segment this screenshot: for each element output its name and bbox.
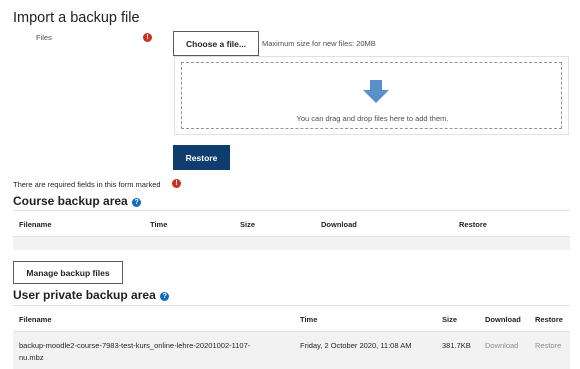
column-restore: Restore [459, 220, 487, 229]
size-cell: 381.7KB [442, 341, 471, 350]
arrow-down-icon [363, 80, 389, 103]
course-backup-title: Course backup area [13, 194, 128, 208]
column-filename: Filename [19, 220, 52, 229]
help-icon[interactable]: ? [132, 198, 142, 207]
user-backup-heading: User private backup area ? [13, 286, 170, 304]
filename-cell: backup-moodle2-course-7983-test-kurs_onl… [19, 341, 251, 350]
column-download: Download [485, 315, 521, 324]
download-link[interactable]: Download [485, 341, 518, 350]
column-time: Time [150, 220, 168, 229]
column-filename: Filename [19, 315, 52, 324]
filemanager-container: You can drag and drop files here to add … [174, 56, 569, 135]
column-download: Download [321, 220, 357, 229]
restore-link[interactable]: Restore [535, 341, 561, 350]
user-backup-title: User private backup area [13, 288, 156, 302]
filename-cell-continued: nu.mbz [19, 353, 44, 362]
required-note: There are required fields in this form m… [13, 180, 161, 189]
files-label: Files [36, 33, 52, 42]
restore-submit-button[interactable]: Restore [173, 145, 230, 170]
column-size: Size [240, 220, 256, 229]
import-title: Import a backup file [13, 10, 140, 26]
course-backup-heading: Course backup area ? [13, 192, 142, 210]
time-cell: Friday, 2 October 2020, 11:08 AM [300, 341, 412, 350]
empty-table-row [13, 237, 570, 250]
drop-zone[interactable]: You can drag and drop files here to add … [181, 62, 562, 129]
column-restore: Restore [535, 315, 563, 324]
help-icon[interactable]: ? [160, 292, 170, 301]
required-icon: ! [143, 33, 152, 42]
max-size-text: Maximum size for new files: 20MB [262, 39, 376, 48]
table-row: backup-moodle2-course-7983-test-kurs_onl… [13, 332, 570, 369]
manage-backup-files-button[interactable]: Manage backup files [13, 261, 123, 284]
column-size: Size [442, 315, 458, 324]
course-backup-table-header: Filename Time Size Download Restore [13, 210, 570, 237]
drop-text: You can drag and drop files here to add … [296, 114, 449, 123]
column-time: Time [300, 315, 318, 324]
choose-file-button[interactable]: Choose a file... [173, 31, 259, 56]
user-backup-table-header: Filename Time Size Download Restore [13, 305, 570, 332]
required-icon: ! [172, 179, 181, 188]
